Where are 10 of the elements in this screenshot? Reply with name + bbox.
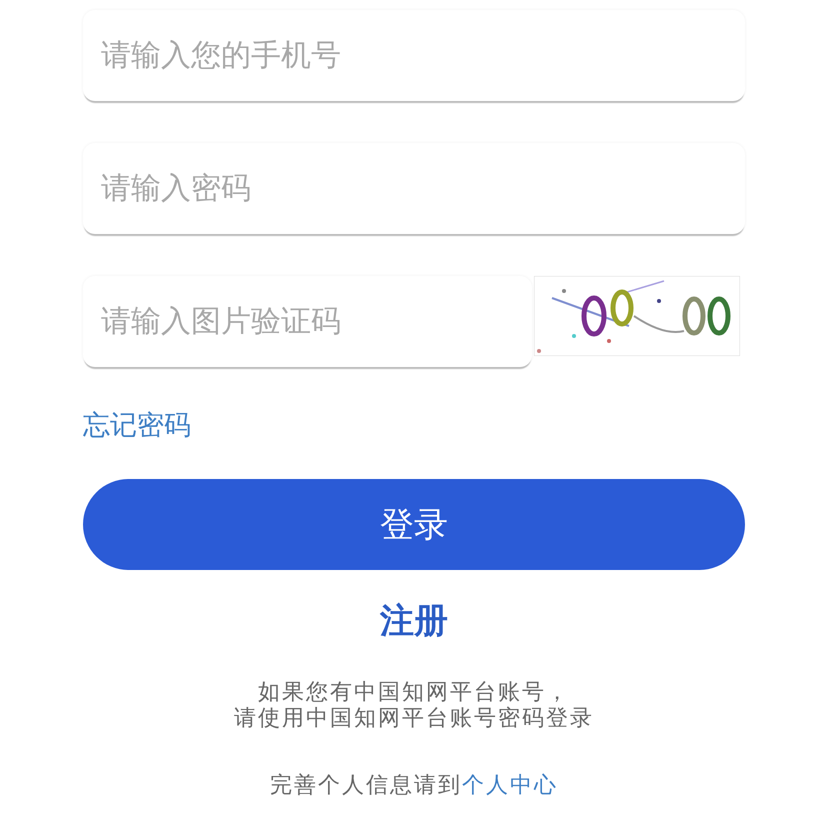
profile-center-link[interactable]: 个人中心	[462, 773, 558, 798]
input-field[interactable]: 请输入图片验证码	[83, 276, 532, 367]
notice-text: 请使用中国知网平台账号密码登录	[234, 706, 594, 732]
notice-text: 如果您有中国知网平台账号，	[258, 680, 570, 706]
register-link[interactable]: 注册	[380, 598, 448, 644]
login-button[interactable]: 登录	[83, 479, 745, 570]
input-field[interactable]: 请输入密码	[83, 143, 745, 234]
profile-hint-text: 完善个人信息请到个人中心	[269, 772, 559, 800]
forgot-password-link[interactable]: 忘记密码	[83, 407, 191, 443]
input-field[interactable]: 请输入您的手机号	[83, 10, 745, 101]
